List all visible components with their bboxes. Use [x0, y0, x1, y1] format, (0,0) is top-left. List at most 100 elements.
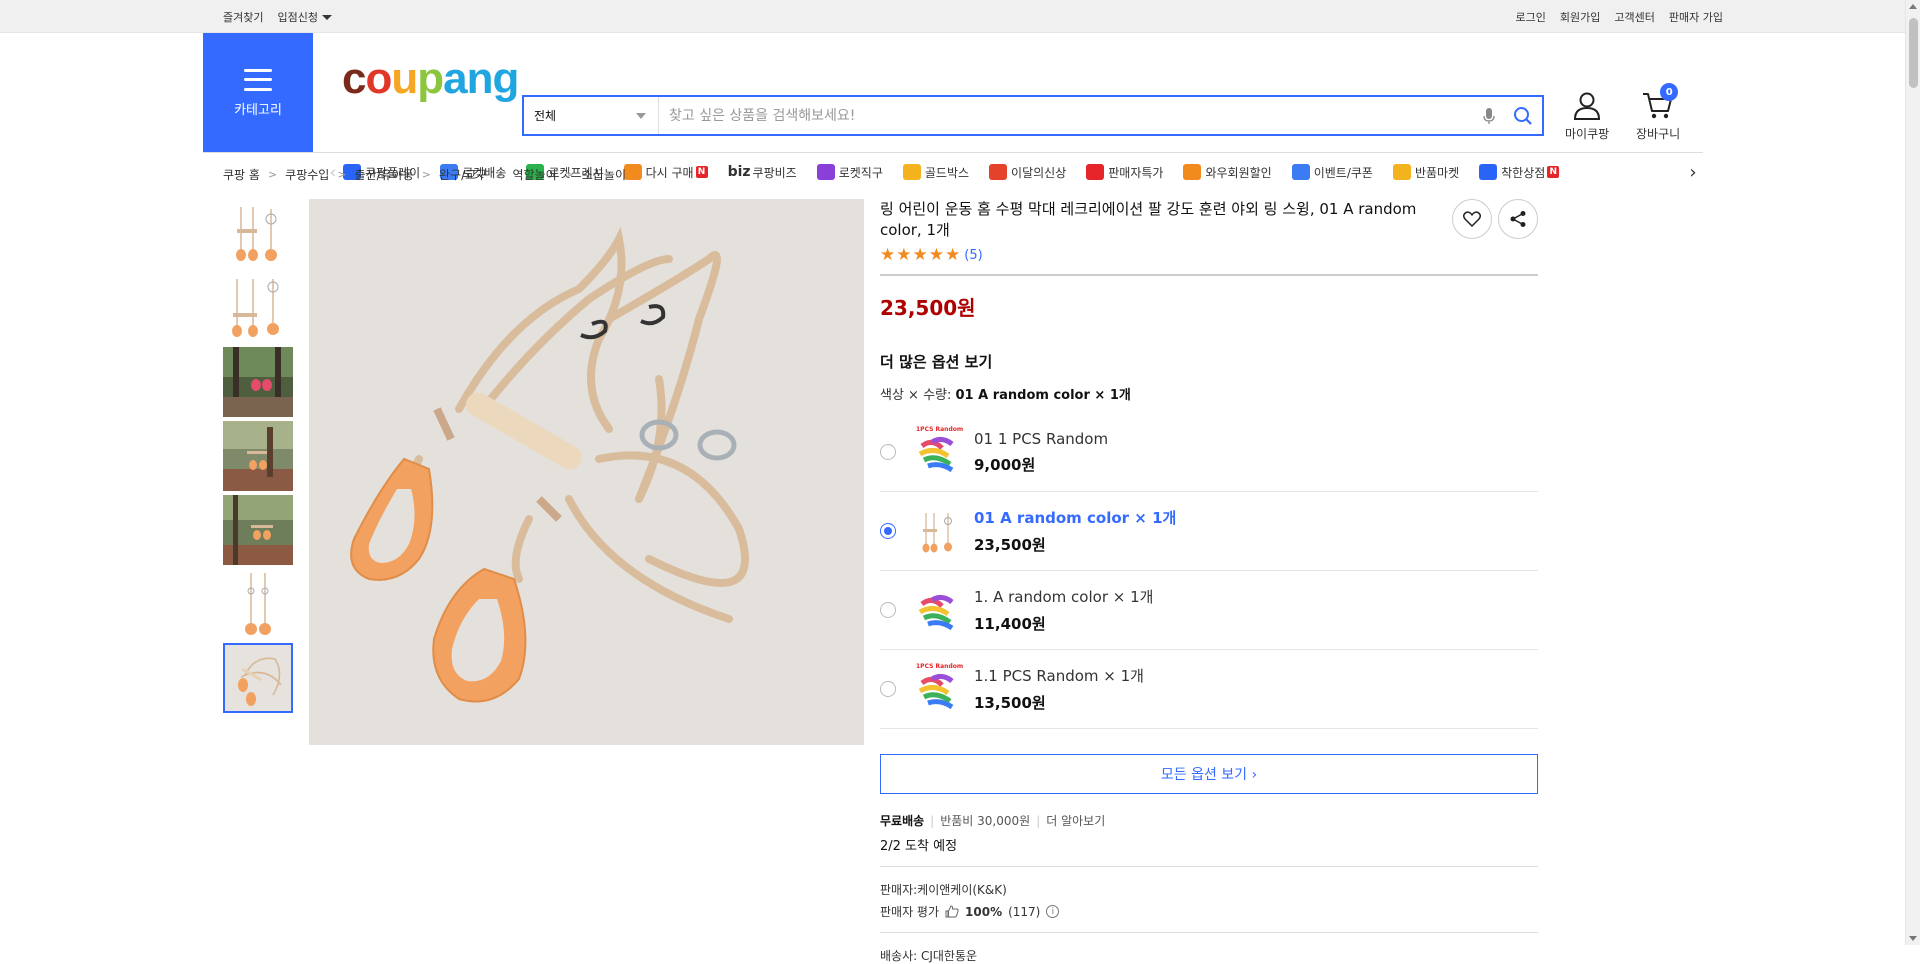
option-radio[interactable] [880, 681, 896, 697]
new-badge: N [695, 166, 708, 178]
mycoupang-label: 마이쿠팡 [1565, 127, 1610, 141]
thumbnail-1[interactable] [223, 199, 293, 269]
search-icon[interactable] [1504, 101, 1542, 131]
heart-icon [1463, 211, 1481, 227]
nav-item-6[interactable]: 골드박스 [902, 164, 969, 181]
divider [880, 866, 1538, 867]
breadcrumb-item[interactable]: 쿠팡 홈 [223, 166, 260, 183]
product-actions [1452, 199, 1538, 239]
search-input[interactable] [659, 97, 1474, 134]
share-button[interactable] [1498, 199, 1538, 239]
shipping-info: 무료배송 | 반품비 30,000원 | 더 알아보기 [880, 812, 1106, 829]
option-radio[interactable] [880, 444, 896, 460]
option-name: 01 1 PCS Random [974, 429, 1109, 448]
thumbnail-3[interactable] [223, 347, 293, 417]
coupang-logo[interactable]: coupang [342, 57, 519, 101]
category-label: 카테고리 [234, 102, 282, 118]
cart-button[interactable]: 장바구니 0 [1636, 83, 1681, 142]
customer-center-link[interactable]: 고객센터 [1614, 9, 1654, 25]
star-icon: ★ [928, 245, 944, 265]
option-row[interactable]: 1PCS Random 1.1 PCS Random × 1개 13,500원 [880, 650, 1538, 729]
nav-item-label: 이벤트/쿠폰 [1313, 165, 1373, 180]
mycoupang-button[interactable]: 마이쿠팡 [1565, 91, 1609, 142]
thumbnail-5[interactable] [223, 495, 293, 565]
nav-item-12[interactable]: 착한상점 N [1479, 164, 1560, 181]
nav-item-9[interactable]: 와우회원할인 [1183, 164, 1272, 181]
nav-item-7[interactable]: 이달의신상 [989, 164, 1066, 181]
rating-row: ★ ★ ★ ★ ★ (5) [880, 247, 1538, 264]
nav-item-5[interactable]: 로켓직구 [816, 164, 883, 181]
option-name: 01 A random color × 1개 [974, 509, 1177, 527]
search-category-select[interactable]: 전체 [524, 97, 659, 134]
share-icon [1510, 211, 1526, 227]
user-icon [1574, 92, 1601, 120]
option-price: 9,000원 [974, 455, 1036, 474]
main-product-image[interactable] [309, 199, 864, 745]
nav-item-label: 쿠팡비즈 [752, 165, 797, 180]
seller-name[interactable]: 판매자:케이앤케이(K&K) [880, 881, 1538, 898]
divider [880, 932, 1538, 933]
delivery-company: 배송사: CJ대한통운 [880, 949, 978, 963]
breadcrumb-separator-icon: > [337, 168, 347, 181]
cart-label: 장바구니 [1636, 127, 1681, 141]
breadcrumb-separator-icon: > [495, 168, 505, 181]
nav-item-10[interactable]: 이벤트/쿠폰 [1291, 164, 1373, 181]
thumbnail-6[interactable] [223, 569, 293, 639]
option-row[interactable]: 1. A random color × 1개 11,400원 [880, 571, 1538, 650]
nav-next-arrow-icon[interactable]: › [1683, 162, 1703, 183]
thumbnail-7-selected[interactable] [223, 643, 293, 713]
breadcrumb-item[interactable]: 출산/유아동 [355, 166, 414, 183]
product-price: 23,500원 [880, 296, 976, 320]
hamburger-icon [244, 68, 272, 91]
biz-logo: biz [727, 164, 751, 180]
breadcrumb-item[interactable]: 완구/교구 [439, 166, 487, 183]
option-row[interactable]: 1PCS Random 01 1 PCS Random 9,000원 [880, 413, 1538, 492]
search-category-value: 전체 [534, 109, 557, 123]
signup-link[interactable]: 회원가입 [1560, 9, 1600, 25]
breadcrumb-separator-icon: > [267, 168, 278, 181]
breadcrumb-item[interactable]: 소꿉놀이 [582, 166, 626, 183]
shipping-more-link[interactable]: 더 알아보기 [1046, 812, 1105, 829]
nav-item-8[interactable]: 판매자특가 [1086, 164, 1163, 181]
option-thumbnail: 1PCS Random [912, 663, 964, 715]
breadcrumb-item[interactable]: 쿠팡수입 [285, 166, 329, 183]
microphone-icon[interactable] [1474, 101, 1504, 131]
scrollbar-thumb[interactable] [1909, 18, 1918, 88]
info-icon[interactable]: i [1046, 905, 1060, 918]
breadcrumb-item[interactable]: 역할놀이 [512, 166, 556, 183]
selected-option-value: 01 A random color × 1개 [955, 388, 1131, 403]
arrival-date: 2/2 도착 예정 [880, 839, 958, 854]
nav-item-3[interactable]: 다시 구매 N [623, 164, 708, 181]
nav-item-label: 다시 구매 [645, 165, 694, 180]
option-radio[interactable] [880, 602, 896, 618]
scroll-down-arrow-icon[interactable] [1909, 936, 1917, 941]
page-scrollbar[interactable] [1905, 0, 1920, 945]
wishlist-button[interactable] [1452, 199, 1492, 239]
product-title: 링 어린이 운동 홈 수평 막대 레크리에이션 팔 강도 훈련 야외 링 스윙,… [880, 200, 1417, 239]
login-link[interactable]: 로그인 [1516, 9, 1546, 25]
seller-rating-value: 100% [965, 904, 1003, 919]
option-row[interactable]: 01 A random color × 1개 23,500원 [880, 492, 1538, 571]
selected-option-prefix: 색상 × 수량: [880, 388, 956, 403]
nav-item-11[interactable]: 반품마켓 [1392, 164, 1459, 181]
divider [880, 274, 1538, 276]
thumbnail-4[interactable] [223, 421, 293, 491]
partner-signup-link[interactable]: 입점신청 [277, 9, 332, 25]
seller-signup-link[interactable]: 판매자 가입 [1669, 9, 1723, 25]
option-thumbnail [912, 505, 964, 557]
nav-icon [1479, 164, 1498, 180]
review-count-link[interactable]: (5) [964, 248, 982, 263]
nav-item-4[interactable]: biz 쿠팡비즈 [728, 164, 797, 181]
nav-item-label: 이달의신상 [1011, 165, 1067, 180]
breadcrumb-separator-icon: > [421, 168, 432, 181]
option-radio[interactable] [880, 523, 896, 539]
nav-icon [1291, 164, 1310, 180]
thumbnail-2[interactable] [223, 273, 293, 343]
scroll-up-arrow-icon[interactable] [1909, 4, 1917, 9]
all-options-button[interactable]: 모든 옵션 보기 › [880, 754, 1538, 794]
option-thumbnail: 1PCS Random [912, 426, 964, 478]
category-button[interactable]: 카테고리 [203, 33, 313, 153]
bookmark-link[interactable]: 즐겨찾기 [223, 9, 263, 25]
option-name: 1. A random color × 1개 [974, 588, 1154, 606]
product-info: 링 어린이 운동 홈 수평 막대 레크리에이션 팔 강도 훈련 야외 링 스윙,… [880, 199, 1538, 964]
